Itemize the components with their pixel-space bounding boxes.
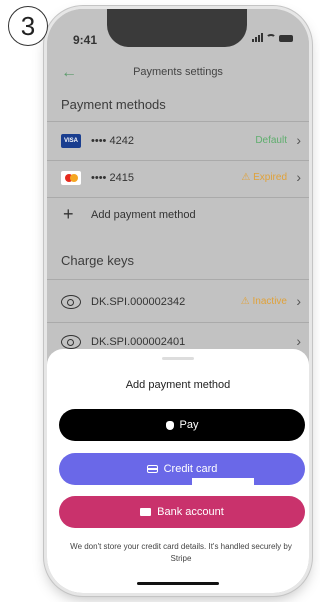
redaction-patch [192,478,254,487]
status-time: 9:41 [73,33,98,47]
step-number-badge: 3 [8,6,48,46]
apple-icon [165,420,174,430]
page-title: Payments settings [133,66,223,78]
status-badge: ⚠ Inactive [241,296,287,307]
home-indicator [137,582,219,585]
add-payment-method-row[interactable]: + Add payment method [47,198,309,234]
charge-keys-header: Charge keys [61,253,134,268]
visa-card-icon: VISA [61,134,81,148]
status-text: Inactive [252,296,287,307]
chevron-right-icon: › [296,169,301,185]
credit-card-label: Credit card [163,463,218,475]
credit-card-icon [146,465,158,473]
key-icon [61,335,81,349]
status-text: Expired [253,172,287,183]
bank-account-button[interactable]: Bank account [59,496,305,528]
status-bar: 9:41 [47,9,309,51]
add-payment-method-sheet: Add payment method Pay Credit card Bank … [47,349,309,593]
apple-pay-button[interactable]: Pay [59,409,305,441]
payment-method-row-visa[interactable]: VISA •••• 4242 Default › [47,124,309,160]
chevron-right-icon: › [296,132,301,148]
phone-frame: 9:41 ← Payments settings Payment methods… [47,9,309,593]
charge-key-name: DK.SPI.000002342 [91,296,186,308]
divider [47,121,309,122]
apple-pay-label: Pay [179,419,199,431]
chevron-right-icon: › [296,293,301,309]
bank-icon [140,508,152,516]
card-number: •••• 2415 [91,172,134,184]
divider [47,279,309,280]
bank-account-label: Bank account [157,506,224,518]
charge-key-row[interactable]: DK.SPI.000002342 ⚠ Inactive › [47,285,309,321]
charge-key-name: DK.SPI.000002401 [91,336,186,348]
nav-bar: ← Payments settings [47,59,309,89]
sheet-title: Add payment method [125,379,231,391]
warning-icon: ⚠ [241,172,251,183]
payment-methods-header: Payment methods [61,97,166,112]
payment-method-row-mastercard[interactable]: •••• 2415 ⚠ Expired › [47,161,309,197]
card-number: •••• 4242 [91,135,134,147]
mastercard-icon [61,171,81,185]
signal-icon [252,33,263,42]
status-badge: Default [255,135,287,146]
credit-card-button[interactable]: Credit card [59,453,305,485]
wifi-icon [266,34,276,42]
payments-settings-screen: 9:41 ← Payments settings Payment methods… [47,9,309,593]
add-payment-method-label: Add payment method [91,209,196,221]
step-number: 3 [20,10,36,41]
notch [107,9,247,47]
status-badge: ⚠ Expired [241,172,287,183]
warning-icon: ⚠ [240,296,250,307]
security-footnote: We don't store your credit card details.… [70,542,292,563]
plus-icon: + [63,204,74,224]
sheet-grabber[interactable] [162,357,194,360]
battery-icon [279,35,293,42]
key-icon [61,295,81,309]
chevron-right-icon: › [296,333,301,349]
status-icons [252,33,293,42]
divider [47,322,309,323]
